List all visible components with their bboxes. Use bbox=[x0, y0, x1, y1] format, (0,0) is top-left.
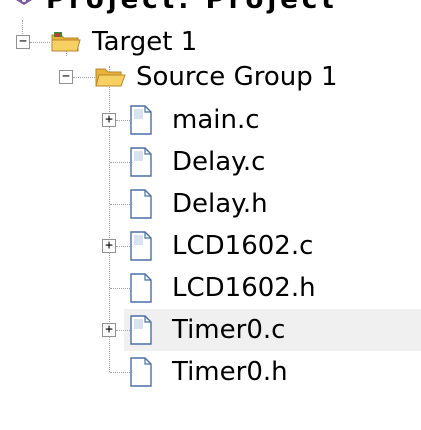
collapse-group-toggle[interactable]: − bbox=[59, 70, 73, 84]
h-file-icon bbox=[130, 189, 152, 219]
collapse-target-toggle[interactable]: − bbox=[16, 35, 30, 49]
tree-item-file[interactable]: + main.c bbox=[0, 99, 421, 141]
folder-open-icon bbox=[95, 68, 126, 87]
tree-item-file[interactable]: + LCD1602.c bbox=[0, 225, 421, 267]
tree-line bbox=[30, 42, 50, 43]
tree-line bbox=[110, 372, 130, 373]
project-icon bbox=[16, 0, 32, 5]
source-group-label: Source Group 1 bbox=[136, 62, 338, 92]
tree-item-project[interactable]: Project: Project bbox=[0, 0, 421, 21]
tree-item-source-group[interactable]: − Source Group 1 bbox=[0, 56, 421, 98]
project-tree: Project: Project − Target 1 − Source Gro… bbox=[0, 0, 421, 430]
expand-file-toggle[interactable]: + bbox=[102, 239, 116, 253]
tree-item-file-selected[interactable]: Timer0.c bbox=[124, 309, 421, 351]
expand-file-toggle[interactable]: + bbox=[102, 113, 116, 127]
c-file-icon bbox=[130, 231, 152, 261]
file-label: Delay.h bbox=[172, 189, 268, 219]
file-label: Timer0.h bbox=[172, 357, 288, 387]
tree-line bbox=[110, 204, 130, 205]
tree-line bbox=[116, 330, 130, 331]
file-label: main.c bbox=[172, 105, 260, 135]
tree-item-file[interactable]: Delay.h bbox=[0, 183, 421, 225]
tree-item-file-controls: + bbox=[0, 309, 130, 351]
tree-line bbox=[73, 77, 95, 78]
tree-item-file[interactable]: Delay.c bbox=[0, 141, 421, 183]
tree-item-file[interactable]: Timer0.h bbox=[0, 351, 421, 393]
c-file-icon bbox=[130, 147, 152, 177]
h-file-icon bbox=[130, 357, 152, 387]
tree-line bbox=[116, 246, 130, 247]
c-file-icon bbox=[130, 315, 152, 345]
expand-file-toggle[interactable]: + bbox=[102, 323, 116, 337]
c-file-icon bbox=[130, 105, 152, 135]
target-folder-icon bbox=[51, 32, 81, 52]
file-label: LCD1602.c bbox=[172, 231, 314, 261]
tree-item-file[interactable]: LCD1602.h bbox=[0, 267, 421, 309]
project-label: Project: Project bbox=[46, 0, 338, 15]
h-file-icon bbox=[130, 273, 152, 303]
file-label: Timer0.c bbox=[172, 315, 286, 345]
tree-line bbox=[110, 288, 130, 289]
file-label: Delay.c bbox=[172, 147, 266, 177]
tree-line bbox=[116, 120, 130, 121]
file-label: LCD1602.h bbox=[172, 273, 316, 303]
tree-line bbox=[110, 162, 130, 163]
